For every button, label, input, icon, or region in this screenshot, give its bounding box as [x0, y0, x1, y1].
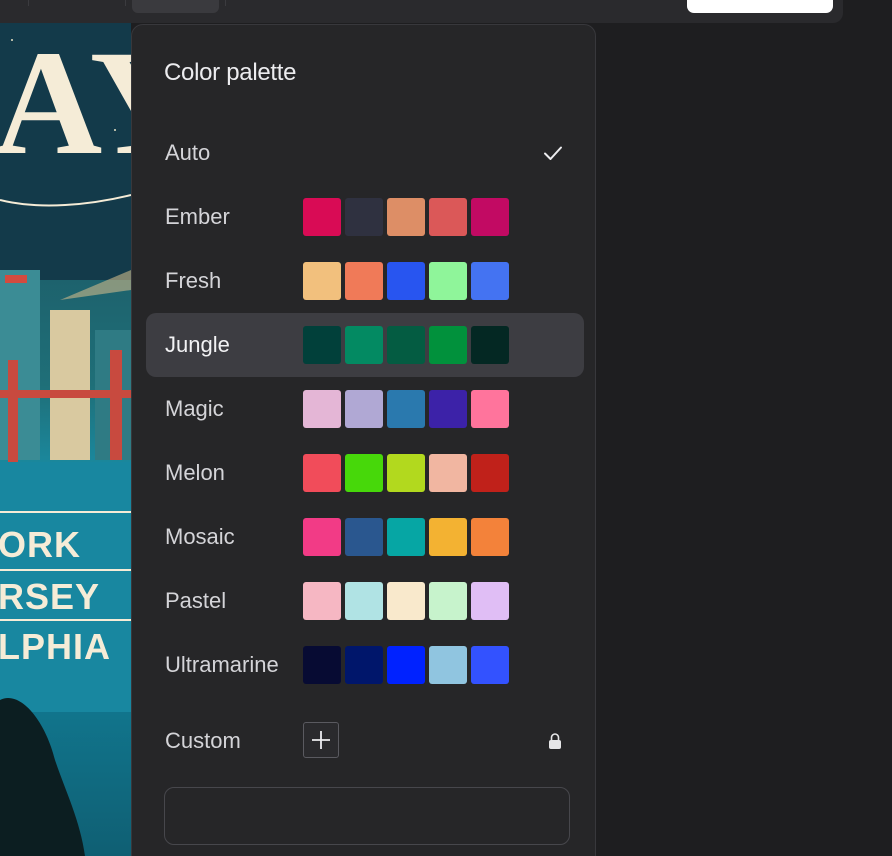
color-swatch	[387, 454, 425, 492]
palette-name: Ultramarine	[165, 652, 279, 677]
color-swatch	[345, 454, 383, 492]
palette-name: Auto	[165, 140, 211, 165]
plus-icon[interactable]	[303, 722, 339, 758]
color-swatch	[429, 646, 467, 684]
color-swatch	[471, 582, 509, 620]
color-swatch	[471, 262, 509, 300]
color-swatch	[345, 198, 383, 236]
poster-word-3: RSEY	[0, 576, 101, 617]
palette-row-mosaic[interactable]: Mosaic	[146, 505, 584, 569]
color-swatch	[387, 646, 425, 684]
color-swatch	[345, 262, 383, 300]
color-swatch	[345, 646, 383, 684]
toolbar-divider	[28, 0, 29, 6]
check-icon	[544, 146, 562, 160]
palette-row-fresh[interactable]: Fresh	[146, 249, 584, 313]
palette-swatches	[303, 646, 509, 684]
color-swatch	[345, 518, 383, 556]
color-swatch	[471, 646, 509, 684]
app-root: AY ORK RSEY LPHIA Color palette Auto Embe…	[0, 0, 892, 856]
poster-word-1: AY	[0, 20, 131, 186]
color-swatch	[429, 326, 467, 364]
toolbar-divider	[125, 0, 126, 6]
palette-swatches	[303, 518, 509, 556]
plus-icon-glyph	[312, 731, 330, 749]
palette-name: Mosaic	[165, 524, 235, 549]
palette-name: Jungle	[165, 332, 230, 357]
palette-row-ember[interactable]: Ember	[146, 185, 584, 249]
color-swatch	[387, 198, 425, 236]
color-swatch	[471, 390, 509, 428]
palette-row-jungle[interactable]: Jungle	[146, 313, 584, 377]
color-swatch	[345, 582, 383, 620]
custom-label: Custom	[165, 728, 241, 753]
color-swatch	[471, 326, 509, 364]
color-swatch	[429, 262, 467, 300]
palette-row-melon[interactable]: Melon	[146, 441, 584, 505]
color-swatch	[303, 582, 341, 620]
palette-swatches	[303, 454, 509, 492]
color-swatch	[387, 582, 425, 620]
color-swatch	[387, 390, 425, 428]
palette-row-magic[interactable]: Magic	[146, 377, 584, 441]
color-swatch	[429, 582, 467, 620]
color-swatch	[429, 390, 467, 428]
palette-swatches	[303, 390, 509, 428]
palette-name: Fresh	[165, 268, 222, 293]
palette-name: Melon	[165, 460, 225, 485]
top-toolbar	[0, 0, 843, 23]
lock-icon	[549, 733, 561, 749]
color-swatch	[303, 518, 341, 556]
toolbar-active-tab[interactable]	[132, 0, 219, 13]
color-swatch	[429, 454, 467, 492]
color-swatch	[345, 326, 383, 364]
custom-palette-input[interactable]	[164, 787, 570, 845]
color-swatch	[303, 390, 341, 428]
color-swatch	[471, 198, 509, 236]
color-swatch	[303, 646, 341, 684]
color-swatch	[303, 198, 341, 236]
color-swatch	[387, 326, 425, 364]
palette-name: Magic	[165, 396, 224, 421]
poster-artwork: AY ORK RSEY LPHIA	[0, 0, 131, 856]
color-swatch	[303, 262, 341, 300]
color-swatch	[429, 198, 467, 236]
color-swatch	[429, 518, 467, 556]
toolbar-primary-button[interactable]	[687, 0, 833, 13]
palette-row-pastel[interactable]: Pastel	[146, 569, 584, 633]
palette-swatches	[303, 262, 509, 300]
panel-title: Color palette	[164, 59, 297, 86]
color-swatch	[387, 262, 425, 300]
custom-palette-row: Custom	[146, 709, 584, 773]
poster-word-4: LPHIA	[0, 626, 111, 667]
palette-name: Ember	[165, 204, 230, 229]
palette-swatches	[303, 582, 509, 620]
color-swatch	[471, 518, 509, 556]
toolbar-divider	[225, 0, 226, 6]
poster-word-2: ORK	[0, 524, 81, 565]
palette-row-auto[interactable]: Auto	[146, 121, 584, 185]
palette-name: Pastel	[165, 588, 227, 613]
palette-swatches	[303, 326, 509, 364]
color-swatch	[345, 390, 383, 428]
palette-row-ultramarine[interactable]: Ultramarine	[146, 633, 584, 697]
color-swatch	[303, 454, 341, 492]
palette-swatches	[303, 198, 509, 236]
color-swatch	[303, 326, 341, 364]
color-swatch	[387, 518, 425, 556]
color-swatch	[471, 454, 509, 492]
color-palette-panel: Color palette Auto Ember Fresh Jungle Magic M…	[131, 24, 596, 856]
